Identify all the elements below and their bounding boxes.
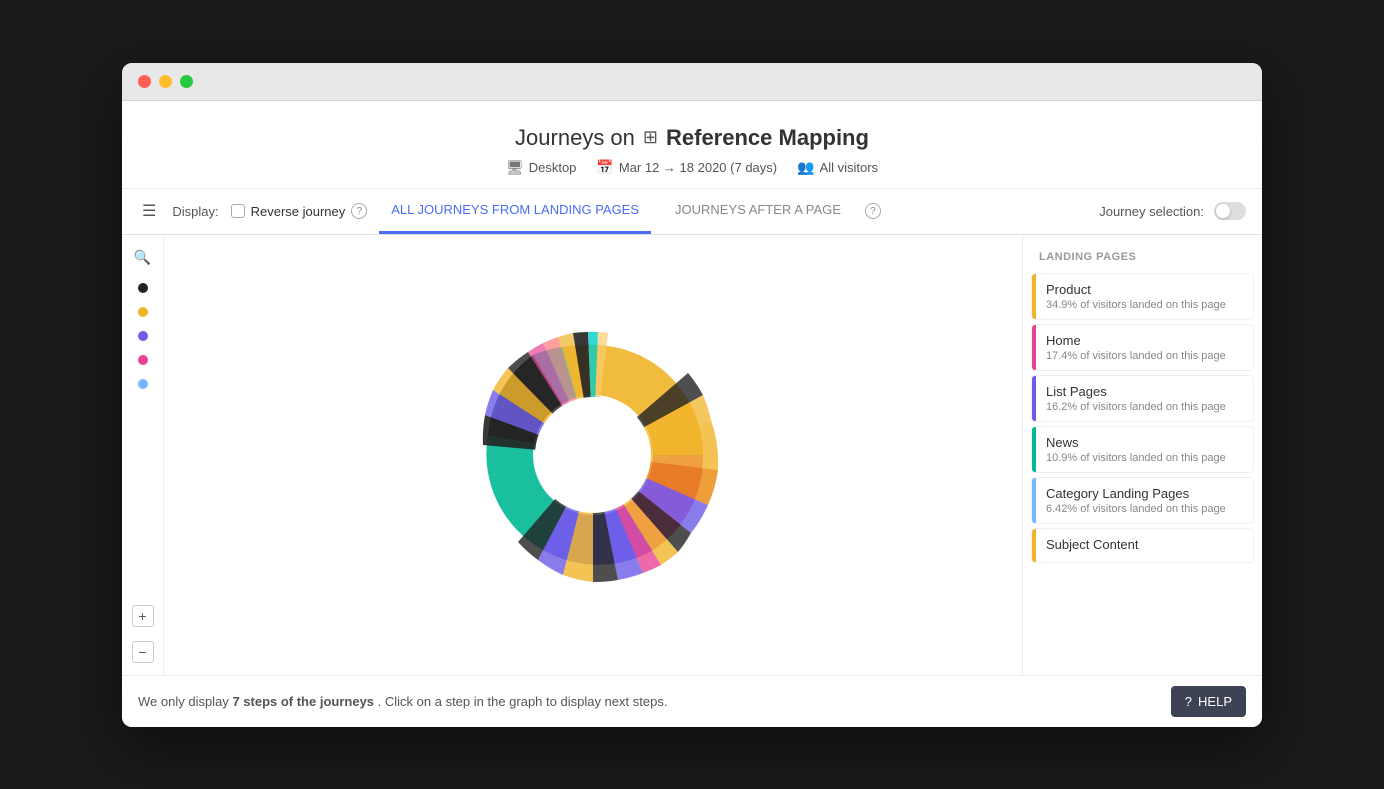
- legend-black: [138, 283, 148, 293]
- visitors-label: All visitors: [820, 160, 879, 175]
- landing-item-stat: 34.9% of visitors landed on this page: [1046, 299, 1243, 311]
- footer-text: We only display 7 steps of the journeys …: [138, 694, 667, 709]
- sunburst-chart[interactable]: [433, 295, 753, 615]
- landing-item-stat: 17.4% of visitors landed on this page: [1046, 350, 1243, 362]
- help-label: HELP: [1198, 694, 1232, 709]
- toolbar: ☰ Display: Reverse journey ? ALL JOURNEY…: [122, 189, 1262, 235]
- legend-yellow: [138, 307, 148, 317]
- toolbar-right: Journey selection:: [1099, 202, 1246, 220]
- tab-journeys-after[interactable]: JOURNEYS AFTER A PAGE: [663, 188, 853, 234]
- visitors-icon: 👥: [797, 159, 814, 176]
- help-button[interactable]: ? HELP: [1171, 686, 1246, 717]
- landing-item[interactable]: List Pages 16.2% of visitors landed on t…: [1031, 375, 1254, 422]
- reverse-journey-control[interactable]: Reverse journey ?: [231, 203, 368, 219]
- landing-item-name: Home: [1046, 333, 1243, 348]
- chart-area[interactable]: [164, 235, 1022, 675]
- landing-item[interactable]: Subject Content: [1031, 528, 1254, 563]
- header-meta: 🖥 Desktop 📅 Mar 12 → 18 2020 (7 days) 👥 …: [122, 159, 1262, 176]
- page-icon-symbol: ⊞: [643, 127, 658, 148]
- landing-item-stat: 6.42% of visitors landed on this page: [1046, 503, 1243, 515]
- minimize-button[interactable]: [159, 75, 172, 88]
- landing-item-name: Product: [1046, 282, 1243, 297]
- date-range-label: Mar 12 → 18 2020 (7 days): [619, 160, 777, 175]
- journey-selection-label: Journey selection:: [1099, 204, 1204, 219]
- legend-purple: [138, 331, 148, 341]
- main-area: 🔍 + −: [122, 235, 1262, 675]
- zoom-in-button[interactable]: +: [132, 605, 154, 627]
- footer-bar: We only display 7 steps of the journeys …: [122, 675, 1262, 727]
- journeys-prefix: Journeys on: [515, 125, 635, 151]
- desktop-icon: 🖥: [506, 159, 524, 176]
- landing-item-name: News: [1046, 435, 1243, 450]
- landing-item-stat: 16.2% of visitors landed on this page: [1046, 401, 1243, 413]
- date-range-info: 📅 Mar 12 → 18 2020 (7 days): [596, 159, 777, 176]
- landing-pages-title: LANDING PAGES: [1023, 251, 1262, 273]
- display-label: Display:: [172, 204, 218, 219]
- menu-icon-button[interactable]: ☰: [138, 197, 160, 225]
- app-window: Journeys on ⊞ Reference Mapping 🖥 Deskto…: [122, 63, 1262, 727]
- legend-lightblue: [138, 379, 148, 389]
- toolbar-left: ☰ Display: Reverse journey ? ALL JOURNEY…: [138, 188, 1087, 234]
- visitors-info: 👥 All visitors: [797, 159, 878, 176]
- zoom-out-button[interactable]: −: [132, 641, 154, 663]
- footer-suffix: . Click on a step in the graph to displa…: [378, 694, 668, 709]
- tab-all-journeys[interactable]: ALL JOURNEYS FROM LANDING PAGES: [379, 188, 651, 234]
- reverse-journey-help[interactable]: ?: [351, 203, 367, 219]
- footer-prefix: We only display: [138, 694, 229, 709]
- main-content: Journeys on ⊞ Reference Mapping 🖥 Deskto…: [122, 101, 1262, 727]
- landing-item-stat: 10.9% of visitors landed on this page: [1046, 452, 1243, 464]
- device-info: 🖥 Desktop: [506, 159, 576, 176]
- page-title: Journeys on ⊞ Reference Mapping: [122, 125, 1262, 151]
- footer-bold: 7 steps of the journeys: [232, 694, 374, 709]
- landing-item[interactable]: News 10.9% of visitors landed on this pa…: [1031, 426, 1254, 473]
- calendar-icon: 📅: [596, 159, 613, 176]
- landing-items-list: Product 34.9% of visitors landed on this…: [1023, 273, 1262, 563]
- page-header: Journeys on ⊞ Reference Mapping 🖥 Deskto…: [122, 101, 1262, 189]
- sidebar: 🔍 + −: [122, 235, 164, 675]
- landing-item[interactable]: Product 34.9% of visitors landed on this…: [1031, 273, 1254, 320]
- device-label: Desktop: [529, 160, 577, 175]
- landing-item[interactable]: Home 17.4% of visitors landed on this pa…: [1031, 324, 1254, 371]
- journey-selection-toggle[interactable]: [1214, 202, 1246, 220]
- reference-mapping-title: Reference Mapping: [666, 125, 869, 151]
- reverse-journey-checkbox[interactable]: [231, 204, 245, 218]
- reverse-journey-label: Reverse journey: [251, 204, 346, 219]
- close-button[interactable]: [138, 75, 151, 88]
- tab-help-icon[interactable]: ?: [865, 203, 881, 219]
- titlebar: [122, 63, 1262, 101]
- landing-item-name: Category Landing Pages: [1046, 486, 1243, 501]
- search-icon[interactable]: 🔍: [132, 247, 154, 269]
- landing-item[interactable]: Category Landing Pages 6.42% of visitors…: [1031, 477, 1254, 524]
- sunburst-svg: [433, 295, 753, 615]
- legend-pink: [138, 355, 148, 365]
- help-icon: ?: [1185, 694, 1192, 709]
- maximize-button[interactable]: [180, 75, 193, 88]
- landing-item-name: Subject Content: [1046, 537, 1243, 552]
- right-panel: LANDING PAGES Product 34.9% of visitors …: [1022, 235, 1262, 675]
- landing-item-name: List Pages: [1046, 384, 1243, 399]
